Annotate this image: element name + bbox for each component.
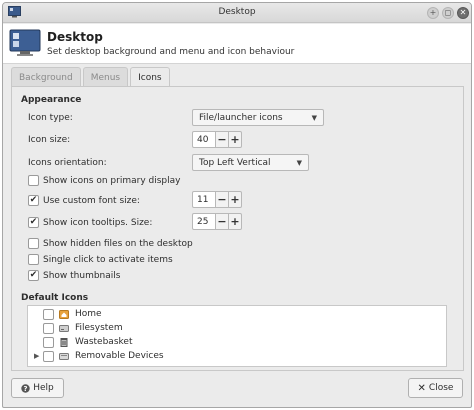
trash-icon: [60, 338, 68, 347]
close-icon: ✕: [417, 382, 426, 394]
maximize-icon: +: [429, 8, 437, 17]
tab-background[interactable]: Background: [11, 67, 81, 87]
tooltip-size-spinner: 25 − +: [192, 213, 242, 230]
tab-bar: Background Menus Icons: [11, 67, 172, 88]
desktop-settings-icon: [9, 29, 41, 56]
icon-size-increment[interactable]: +: [229, 131, 242, 148]
checkbox-box[interactable]: [28, 175, 39, 186]
thumbnails-label: Show thumbnails: [43, 270, 121, 281]
checkmark-icon: ✔: [29, 217, 38, 227]
header-title: Desktop: [47, 30, 103, 44]
chevron-down-icon: ▼: [311, 113, 317, 122]
checkbox-box[interactable]: [43, 350, 54, 362]
custom-font-label: Use custom font size:: [43, 195, 140, 206]
close-button[interactable]: ✕ Close: [408, 378, 463, 398]
hidden-files-label: Show hidden files on the desktop: [43, 238, 193, 249]
icon-type-label: Icon type:: [28, 113, 73, 123]
tree-row-filesystem[interactable]: Filesystem: [28, 321, 446, 335]
close-label: Close: [428, 383, 454, 393]
restore-button[interactable]: ◻: [442, 7, 454, 19]
help-button[interactable]: ? Help: [11, 378, 64, 398]
default-icons-tree: Home Filesystem Wastebasket ▶ Removable …: [27, 305, 447, 367]
tree-label: Home: [75, 309, 102, 319]
tooltip-size-input[interactable]: 25: [192, 213, 216, 230]
orientation-dropdown[interactable]: Top Left Vertical ▼: [192, 154, 309, 171]
orientation-label: Icons orientation:: [28, 158, 107, 168]
icon-type-value: File/launcher icons: [199, 112, 283, 123]
single-click-label: Single click to activate items: [43, 254, 173, 265]
removable-drive-icon: [59, 353, 69, 360]
restore-icon: ◻: [444, 8, 452, 17]
checkbox-box[interactable]: ✔: [28, 195, 39, 206]
custom-font-checkbox[interactable]: ✔ Use custom font size:: [28, 195, 140, 206]
tree-row-removable-devices[interactable]: ▶ Removable Devices: [28, 349, 446, 363]
close-window-button[interactable]: ✕: [457, 7, 469, 19]
window-title: Desktop: [218, 7, 256, 17]
tree-row-wastebasket[interactable]: Wastebasket: [28, 335, 446, 349]
tooltips-checkbox[interactable]: ✔ Show icon tooltips. Size:: [28, 217, 152, 228]
maximize-button[interactable]: +: [427, 7, 439, 19]
help-label: Help: [33, 383, 54, 393]
help-icon: ?: [21, 383, 30, 393]
checkmark-icon: ✔: [29, 195, 38, 205]
close-icon: ✕: [459, 8, 467, 17]
tab-menus[interactable]: Menus: [82, 67, 129, 87]
font-size-decrement[interactable]: −: [216, 191, 229, 208]
font-size-increment[interactable]: +: [229, 191, 242, 208]
checkbox-box[interactable]: [43, 308, 54, 320]
tooltip-size-decrement[interactable]: −: [216, 213, 229, 230]
show-primary-label: Show icons on primary display: [43, 175, 181, 186]
tree-row-home[interactable]: Home: [28, 307, 446, 321]
tab-icons[interactable]: Icons: [130, 67, 170, 88]
tree-label: Filesystem: [75, 323, 123, 333]
chevron-down-icon: ▼: [296, 158, 302, 167]
checkbox-box[interactable]: [28, 254, 39, 265]
checkbox-box[interactable]: ✔: [28, 270, 39, 281]
orientation-value: Top Left Vertical: [199, 157, 271, 168]
tree-label: Wastebasket: [75, 337, 133, 347]
icon-size-input[interactable]: 40: [192, 131, 216, 148]
home-folder-icon: [59, 310, 69, 319]
font-size-spinner: 11 − +: [192, 191, 242, 208]
expander-icon[interactable]: ▶: [34, 352, 39, 360]
header-subtitle: Set desktop background and menu and icon…: [47, 47, 295, 57]
checkmark-icon: ✔: [29, 270, 38, 280]
single-click-checkbox[interactable]: Single click to activate items: [28, 254, 173, 265]
icon-size-spinner: 40 − +: [192, 131, 242, 148]
svg-text:?: ?: [24, 385, 28, 393]
titlebar[interactable]: Desktop + ◻ ✕: [3, 3, 471, 23]
checkbox-box[interactable]: ✔: [28, 217, 39, 228]
appearance-heading: Appearance: [21, 95, 82, 105]
icons-panel: Appearance Icon type: File/launcher icon…: [11, 86, 464, 371]
tree-label: Removable Devices: [75, 351, 164, 361]
settings-window: Desktop + ◻ ✕ Desktop Set desktop backgr…: [2, 2, 472, 408]
thumbnails-checkbox[interactable]: ✔ Show thumbnails: [28, 270, 120, 281]
icon-type-dropdown[interactable]: File/launcher icons ▼: [192, 109, 324, 126]
checkbox-box[interactable]: [28, 238, 39, 249]
checkbox-box[interactable]: [43, 336, 54, 348]
checkbox-box[interactable]: [43, 322, 54, 334]
default-icons-heading: Default Icons: [21, 293, 89, 303]
font-size-input[interactable]: 11: [192, 191, 216, 208]
drive-icon: [59, 325, 69, 332]
tooltips-label: Show icon tooltips. Size:: [43, 217, 153, 228]
dialog-header: Desktop Set desktop background and menu …: [3, 24, 471, 64]
hidden-files-checkbox[interactable]: Show hidden files on the desktop: [28, 238, 193, 249]
show-primary-checkbox[interactable]: Show icons on primary display: [28, 175, 180, 186]
tooltip-size-increment[interactable]: +: [229, 213, 242, 230]
icon-size-label: Icon size:: [28, 135, 71, 145]
icon-size-decrement[interactable]: −: [216, 131, 229, 148]
